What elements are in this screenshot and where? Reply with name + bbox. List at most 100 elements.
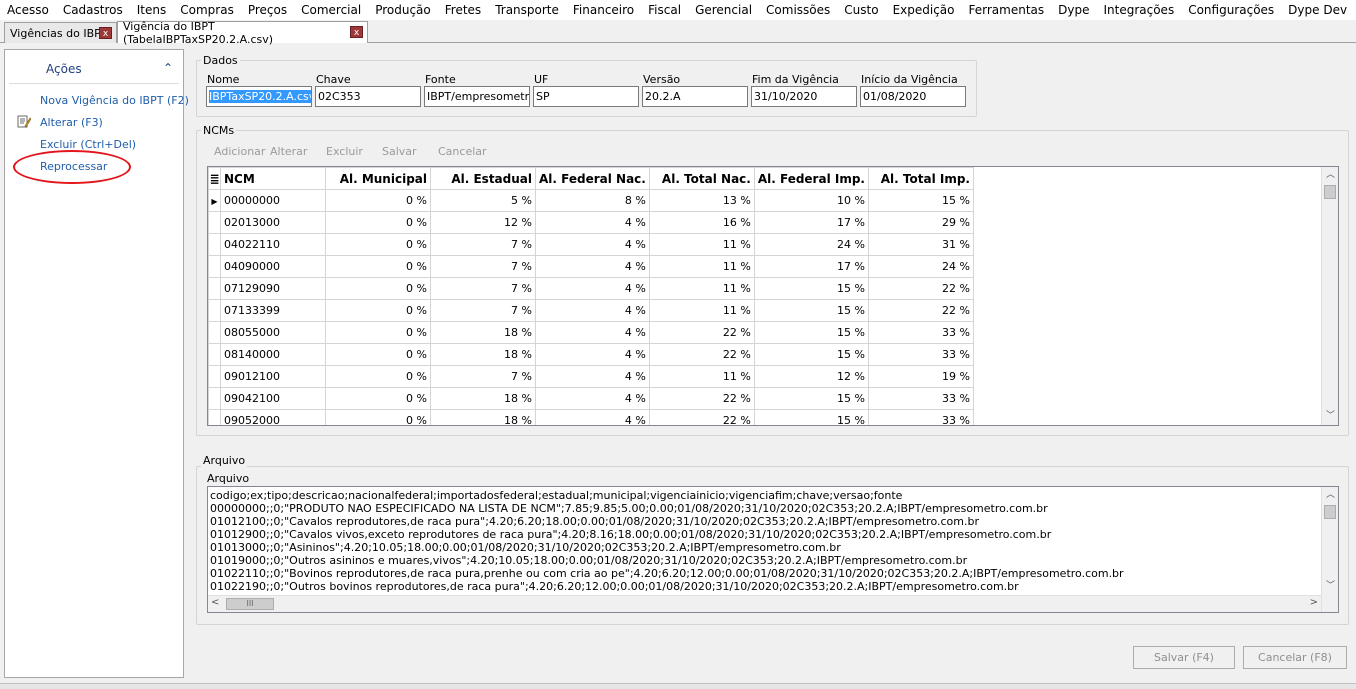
table-cell[interactable]: 18 % [430,387,536,410]
table-cell[interactable]: 09012100 [220,365,326,388]
table-cell[interactable]: 08055000 [220,321,326,344]
table-cell[interactable]: 12 % [753,365,869,388]
table-cell[interactable]: 13 % [648,189,755,212]
column-header-federal-nac[interactable]: Al. Federal Nac. [535,167,650,190]
column-header-total-nac[interactable]: Al. Total Nac. [648,167,755,190]
table-cell[interactable]: 22 % [648,343,755,366]
table-cell[interactable]: 29 % [867,211,974,234]
table-cell[interactable]: 4 % [535,233,650,256]
current-row-indicator-icon[interactable]: ▶ [208,189,221,212]
uf-field[interactable]: SP [533,86,639,107]
table-cell[interactable]: 22 % [648,387,755,410]
table-cell[interactable]: 04090000 [220,255,326,278]
table-cell[interactable]: 15 % [753,409,869,425]
scroll-thumb[interactable] [1324,505,1336,519]
inicio-vigencia-field[interactable]: 01/08/2020 [860,86,966,107]
table-cell[interactable]: 18 % [430,321,536,344]
column-header-total-imp[interactable]: Al. Total Imp. [867,167,974,190]
save-ncm-button[interactable]: Salvar [382,145,417,158]
hscroll-thumb[interactable]: III [226,598,274,610]
menu-item-7[interactable]: Fretes [438,0,488,20]
table-cell[interactable]: 33 % [867,409,974,425]
menu-item-14[interactable]: Expedição [886,0,962,20]
arquivo-memo[interactable]: codigo;ex;tipo;descricao;nacionalfederal… [207,486,1339,613]
table-cell[interactable]: 15 % [753,299,869,322]
table-cell[interactable]: 33 % [867,387,974,410]
scroll-down-icon[interactable]: ﹀ [1322,408,1338,425]
memo-vertical-scrollbar[interactable]: ︿ ﹀ [1321,487,1338,612]
menu-item-0[interactable]: Acesso [0,0,56,20]
chave-field[interactable]: 02C353 [315,86,421,107]
table-cell[interactable]: 07133399 [220,299,326,322]
table-row[interactable]: 07129090 0 % 7 % 4 % 11 % 15 % 22 % [208,277,974,300]
table-cell[interactable]: 0 % [325,233,431,256]
table-cell[interactable]: 33 % [867,321,974,344]
scroll-right-icon[interactable]: > [1310,597,1318,608]
table-cell[interactable]: 15 % [753,343,869,366]
delete-button[interactable]: Excluir [326,145,363,158]
table-cell[interactable]: 11 % [648,299,755,322]
table-cell[interactable]: 0 % [325,365,431,388]
row-header[interactable] [208,321,221,344]
table-cell[interactable]: 16 % [648,211,755,234]
table-cell[interactable]: 17 % [753,255,869,278]
row-header[interactable] [208,365,221,388]
scroll-up-icon[interactable]: ︿ [1322,167,1338,184]
save-button[interactable]: Salvar (F4) [1133,646,1235,669]
table-cell[interactable]: 7 % [430,365,536,388]
table-row[interactable]: 09042100 0 % 18 % 4 % 22 % 15 % 33 % [208,387,974,410]
table-cell[interactable]: 4 % [535,211,650,234]
menu-item-17[interactable]: Integrações [1096,0,1181,20]
row-header[interactable] [208,387,221,410]
table-cell[interactable]: 08140000 [220,343,326,366]
table-cell[interactable]: 4 % [535,299,650,322]
table-row[interactable]: 02013000 0 % 12 % 4 % 16 % 17 % 29 % [208,211,974,234]
alterar-link[interactable]: Alterar (F3) [40,116,103,129]
table-cell[interactable]: 0 % [325,211,431,234]
table-cell[interactable]: 0 % [325,343,431,366]
scroll-down-icon[interactable]: ﹀ [1322,578,1338,595]
table-cell[interactable]: 4 % [535,387,650,410]
menu-item-8[interactable]: Transporte [488,0,566,20]
table-cell[interactable]: 7 % [430,299,536,322]
edit-button[interactable]: Alterar [270,145,307,158]
table-row[interactable]: 07133399 0 % 7 % 4 % 11 % 15 % 22 % [208,299,974,322]
memo-horizontal-scrollbar[interactable]: < III > [208,595,1321,612]
menu-item-5[interactable]: Comercial [294,0,368,20]
table-row[interactable]: 08055000 0 % 18 % 4 % 22 % 15 % 33 % [208,321,974,344]
tab-vigencias[interactable]: Vigências do IBPT x [4,22,117,43]
table-cell[interactable]: 0 % [325,255,431,278]
row-header[interactable] [208,343,221,366]
actions-header[interactable]: Ações ⌃ [9,54,179,84]
table-cell[interactable]: 11 % [648,255,755,278]
table-cell[interactable]: 19 % [867,365,974,388]
menu-item-13[interactable]: Custo [837,0,885,20]
table-cell[interactable]: 22 % [648,409,755,425]
excluir-link[interactable]: Excluir (Ctrl+Del) [40,138,136,151]
row-header[interactable] [208,299,221,322]
table-cell[interactable]: 22 % [867,277,974,300]
table-cell[interactable]: 10 % [753,189,869,212]
menu-item-9[interactable]: Financeiro [566,0,641,20]
cancel-button[interactable]: Cancelar (F8) [1243,646,1347,669]
table-cell[interactable]: 15 % [867,189,974,212]
table-cell[interactable]: 18 % [430,409,536,425]
table-cell[interactable]: 0 % [325,299,431,322]
table-cell[interactable]: 15 % [753,321,869,344]
table-row[interactable]: 09052000 0 % 18 % 4 % 22 % 15 % 33 % [208,409,974,425]
cancel-ncm-button[interactable]: Cancelar [438,145,487,158]
table-cell[interactable]: 15 % [753,277,869,300]
table-row[interactable]: 09012100 0 % 7 % 4 % 11 % 12 % 19 % [208,365,974,388]
table-cell[interactable]: 22 % [867,299,974,322]
menu-item-2[interactable]: Itens [130,0,173,20]
table-cell[interactable]: 4 % [535,365,650,388]
table-cell[interactable]: 0 % [325,321,431,344]
nome-field[interactable]: IBPTaxSP20.2.A.csv [206,86,312,107]
table-cell[interactable]: 0 % [325,277,431,300]
table-cell[interactable]: 7 % [430,255,536,278]
grid-menu-icon[interactable]: ≣ [208,167,221,190]
table-cell[interactable]: 04022110 [220,233,326,256]
scroll-thumb[interactable] [1324,185,1336,199]
menu-item-11[interactable]: Gerencial [688,0,759,20]
table-cell[interactable]: 09052000 [220,409,326,425]
